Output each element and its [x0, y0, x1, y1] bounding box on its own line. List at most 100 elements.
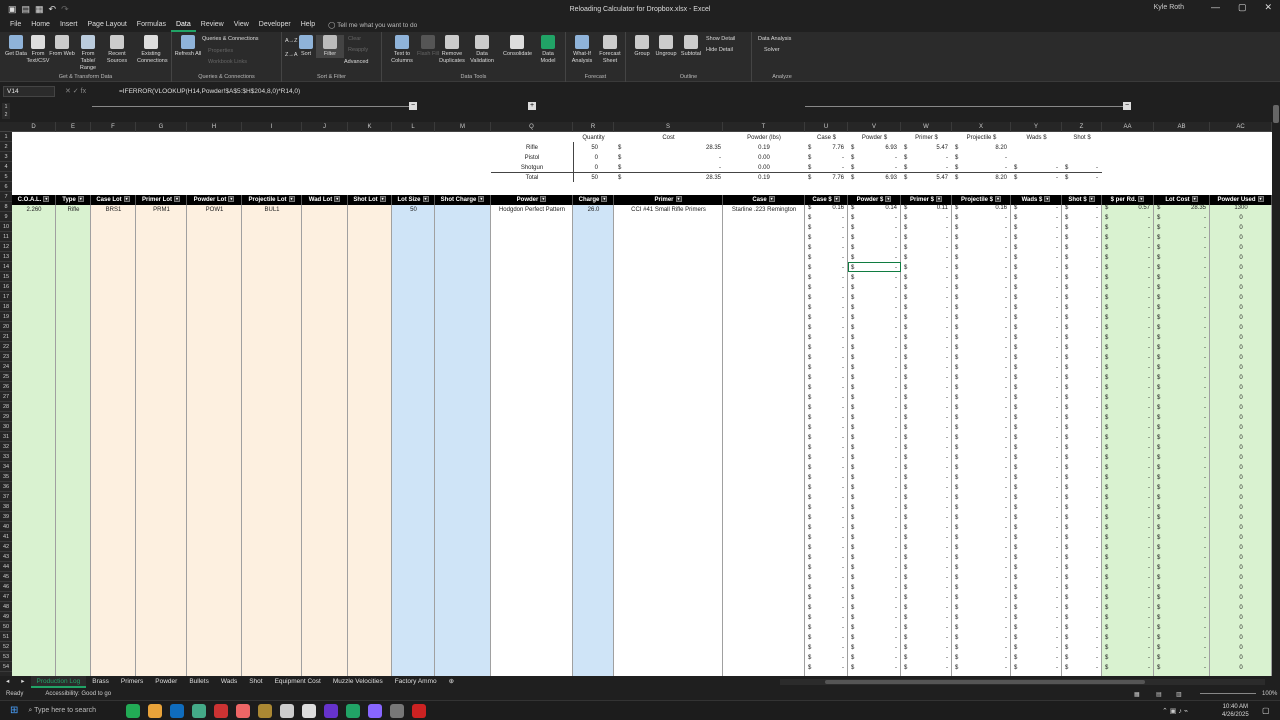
currency-value[interactable]: - [1021, 273, 1058, 283]
currency-value[interactable]: - [815, 653, 844, 663]
currency-value[interactable]: - [962, 653, 1007, 663]
currency-value[interactable]: - [911, 453, 948, 463]
currency-value[interactable]: - [815, 343, 844, 353]
powder-used-value[interactable]: 0 [1210, 333, 1272, 343]
currency-value[interactable]: - [911, 653, 948, 663]
currency-value[interactable]: - [1072, 233, 1098, 243]
row-header[interactable]: 3 [0, 152, 12, 162]
row-header[interactable]: 2 [0, 142, 12, 152]
currency-value[interactable]: - [1164, 493, 1206, 503]
currency-value[interactable]: - [962, 643, 1007, 653]
currency-value[interactable]: - [858, 363, 897, 373]
row-header[interactable]: 25 [0, 372, 12, 382]
currency-value[interactable]: - [962, 493, 1007, 503]
currency-value[interactable]: - [1112, 423, 1150, 433]
row-header[interactable]: 24 [0, 362, 12, 372]
row-header[interactable]: 51 [0, 632, 12, 642]
currency-value[interactable]: - [858, 463, 897, 473]
currency-value[interactable]: - [962, 273, 1007, 283]
currency-value[interactable]: - [1164, 293, 1206, 303]
currency-value[interactable]: - [1112, 563, 1150, 573]
column-header-s[interactable]: S [614, 122, 723, 132]
currency-value[interactable]: - [1164, 273, 1206, 283]
powder-used-value[interactable]: 0 [1210, 653, 1272, 663]
currency-value[interactable]: - [962, 323, 1007, 333]
currency-value[interactable]: - [1072, 443, 1098, 453]
currency-value[interactable]: - [1021, 643, 1058, 653]
zoom-level[interactable]: 100% [1262, 691, 1277, 697]
file-explorer-icon[interactable] [148, 703, 163, 718]
currency-value[interactable]: - [815, 443, 844, 453]
currency-value[interactable]: - [911, 513, 948, 523]
outlook-icon[interactable] [170, 703, 185, 718]
table-header[interactable]: Primer Lot ▾ [136, 195, 187, 205]
table-header[interactable]: Powder Lot ▾ [187, 195, 242, 205]
currency-value[interactable]: - [1072, 463, 1098, 473]
currency-value[interactable]: - [962, 343, 1007, 353]
menu-tab-page-layout[interactable]: Page Layout [82, 18, 131, 32]
currency-value[interactable]: - [1021, 493, 1058, 503]
task-view-icon[interactable] [126, 703, 141, 718]
currency-value[interactable]: - [962, 623, 1007, 633]
currency-value[interactable]: - [962, 383, 1007, 393]
row-header[interactable]: 18 [0, 302, 12, 312]
zoom-slider[interactable] [1200, 693, 1256, 694]
column-header-h[interactable]: H [187, 122, 242, 132]
currency-value[interactable]: - [962, 663, 1007, 673]
currency-value[interactable]: - [911, 563, 948, 573]
column-header-x[interactable]: X [952, 122, 1011, 132]
powder-used-value[interactable]: 0 [1210, 463, 1272, 473]
excel-icon[interactable] [346, 703, 361, 718]
app-icon[interactable] [390, 703, 405, 718]
currency-value[interactable]: - [815, 543, 844, 553]
row-header[interactable]: 20 [0, 322, 12, 332]
currency-value[interactable]: - [1164, 603, 1206, 613]
table-header[interactable]: Case ▾ [723, 195, 805, 205]
row-header[interactable]: 28 [0, 402, 12, 412]
menu-tab-formulas[interactable]: Formulas [132, 18, 171, 32]
vertical-scrollbar[interactable] [1272, 100, 1280, 676]
scroll-thumb[interactable] [1273, 105, 1279, 123]
chrome-icon[interactable] [412, 703, 427, 718]
currency-value[interactable]: - [1021, 463, 1058, 473]
currency-value[interactable]: - [1021, 233, 1058, 243]
sheet-tab-factory-ammo[interactable]: Factory Ammo [389, 676, 443, 688]
powder-used-value[interactable]: 0 [1210, 523, 1272, 533]
currency-value[interactable]: - [911, 383, 948, 393]
currency-value[interactable]: - [815, 393, 844, 403]
currency-value[interactable]: - [1112, 333, 1150, 343]
row-header[interactable]: 22 [0, 342, 12, 352]
filter-dropdown-icon[interactable]: ▾ [43, 196, 50, 203]
row-header[interactable]: 32 [0, 442, 12, 452]
currency-value[interactable]: - [1021, 253, 1058, 263]
currency-value[interactable]: - [1112, 513, 1150, 523]
maximize-icon[interactable]: ▢ [1238, 2, 1247, 13]
currency-value[interactable]: - [858, 323, 897, 333]
filter-dropdown-icon[interactable]: ▾ [1088, 196, 1095, 203]
currency-value[interactable]: - [1164, 433, 1206, 443]
filter-dropdown-icon[interactable]: ▾ [768, 196, 775, 203]
currency-value[interactable]: - [962, 213, 1007, 223]
column-header-i[interactable]: I [242, 122, 302, 132]
menu-tab-file[interactable]: File [5, 18, 26, 32]
currency-value[interactable]: - [962, 633, 1007, 643]
column-header-u[interactable]: U [805, 122, 848, 132]
row-header[interactable]: 4 [0, 162, 12, 172]
currency-value[interactable]: - [858, 603, 897, 613]
currency-value[interactable]: - [1112, 533, 1150, 543]
currency-value[interactable]: - [911, 293, 948, 303]
currency-value[interactable]: - [858, 543, 897, 553]
currency-value[interactable]: - [911, 243, 948, 253]
filter-dropdown-icon[interactable]: ▾ [936, 196, 942, 203]
what-if-button[interactable]: What-If Analysis [568, 35, 596, 65]
currency-value[interactable]: - [1164, 573, 1206, 583]
currency-value[interactable]: - [1164, 393, 1206, 403]
currency-value[interactable]: - [1112, 653, 1150, 663]
currency-value[interactable]: - [815, 623, 844, 633]
solver-button[interactable]: Solver [764, 47, 780, 53]
currency-value[interactable]: - [815, 423, 844, 433]
show-detail-button[interactable]: Show Detail [706, 36, 735, 42]
row-header[interactable]: 54 [0, 662, 12, 672]
currency-value[interactable]: - [815, 453, 844, 463]
powder-used-value[interactable]: 0 [1210, 513, 1272, 523]
